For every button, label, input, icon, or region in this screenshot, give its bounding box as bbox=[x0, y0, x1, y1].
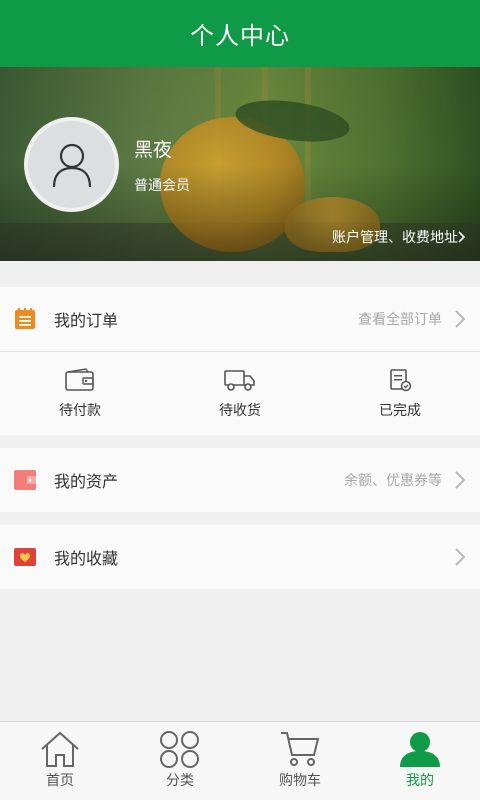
my-favorites-row[interactable]: 我的收藏 bbox=[0, 525, 480, 589]
profile-banner: 黑夜 普通会员 账户管理、收费地址 bbox=[0, 67, 480, 261]
wallet-icon bbox=[65, 368, 94, 391]
tab-category[interactable]: 分类 bbox=[120, 722, 240, 800]
chevron-right-icon bbox=[458, 231, 466, 243]
status-label: 已完成 bbox=[379, 403, 421, 419]
avatar[interactable] bbox=[24, 117, 119, 212]
category-icon bbox=[160, 731, 199, 768]
cart-icon bbox=[281, 732, 320, 766]
status-pending-payment[interactable]: 待付款 bbox=[0, 352, 160, 436]
chevron-right-icon bbox=[455, 471, 466, 489]
user-avatar-icon bbox=[52, 143, 91, 187]
bottom-tab-bar: 首页 分类 购物车 我的 bbox=[0, 721, 480, 800]
tab-home[interactable]: 首页 bbox=[0, 722, 120, 800]
page-title: 个人中心 bbox=[190, 22, 290, 50]
member-level: 普通会员 bbox=[134, 178, 190, 194]
chevron-right-icon bbox=[455, 548, 466, 566]
view-all-orders-link[interactable]: 查看全部订单 bbox=[358, 309, 442, 329]
wallet-card-icon bbox=[14, 470, 36, 490]
truck-icon bbox=[224, 370, 255, 391]
home-icon bbox=[41, 731, 79, 767]
completed-doc-icon bbox=[390, 369, 412, 392]
tab-cart[interactable]: 购物车 bbox=[240, 722, 360, 800]
username: 黑夜 bbox=[134, 139, 173, 161]
account-management-link[interactable]: 账户管理、收费地址 bbox=[332, 227, 466, 247]
my-assets-row[interactable]: 我的资产 余额、优惠券等 bbox=[0, 448, 480, 512]
user-icon bbox=[400, 732, 440, 767]
my-favorites-title: 我的收藏 bbox=[54, 549, 119, 568]
order-list-icon bbox=[15, 308, 35, 329]
status-pending-receipt[interactable]: 待收货 bbox=[160, 352, 320, 436]
tab-label: 购物车 bbox=[279, 773, 321, 789]
status-label: 待收货 bbox=[219, 403, 261, 419]
my-orders-title: 我的订单 bbox=[54, 311, 119, 330]
favorites-heart-icon bbox=[14, 548, 36, 566]
tab-mine[interactable]: 我的 bbox=[360, 722, 480, 800]
tab-label: 首页 bbox=[46, 773, 74, 789]
status-completed[interactable]: 已完成 bbox=[320, 352, 480, 436]
status-label: 待付款 bbox=[59, 403, 101, 419]
order-status-bar: 待付款 待收货 已完成 bbox=[0, 351, 480, 435]
tab-label: 分类 bbox=[166, 773, 194, 789]
my-assets-title: 我的资产 bbox=[54, 472, 119, 491]
title-bar: 个人中心 bbox=[0, 0, 480, 67]
account-link-label: 账户管理、收费地址 bbox=[332, 230, 458, 246]
chevron-right-icon bbox=[455, 310, 466, 328]
tab-label: 我的 bbox=[406, 773, 434, 789]
assets-hint: 余额、优惠券等 bbox=[344, 473, 442, 489]
my-orders-row[interactable]: 我的订单 查看全部订单 bbox=[0, 287, 480, 351]
